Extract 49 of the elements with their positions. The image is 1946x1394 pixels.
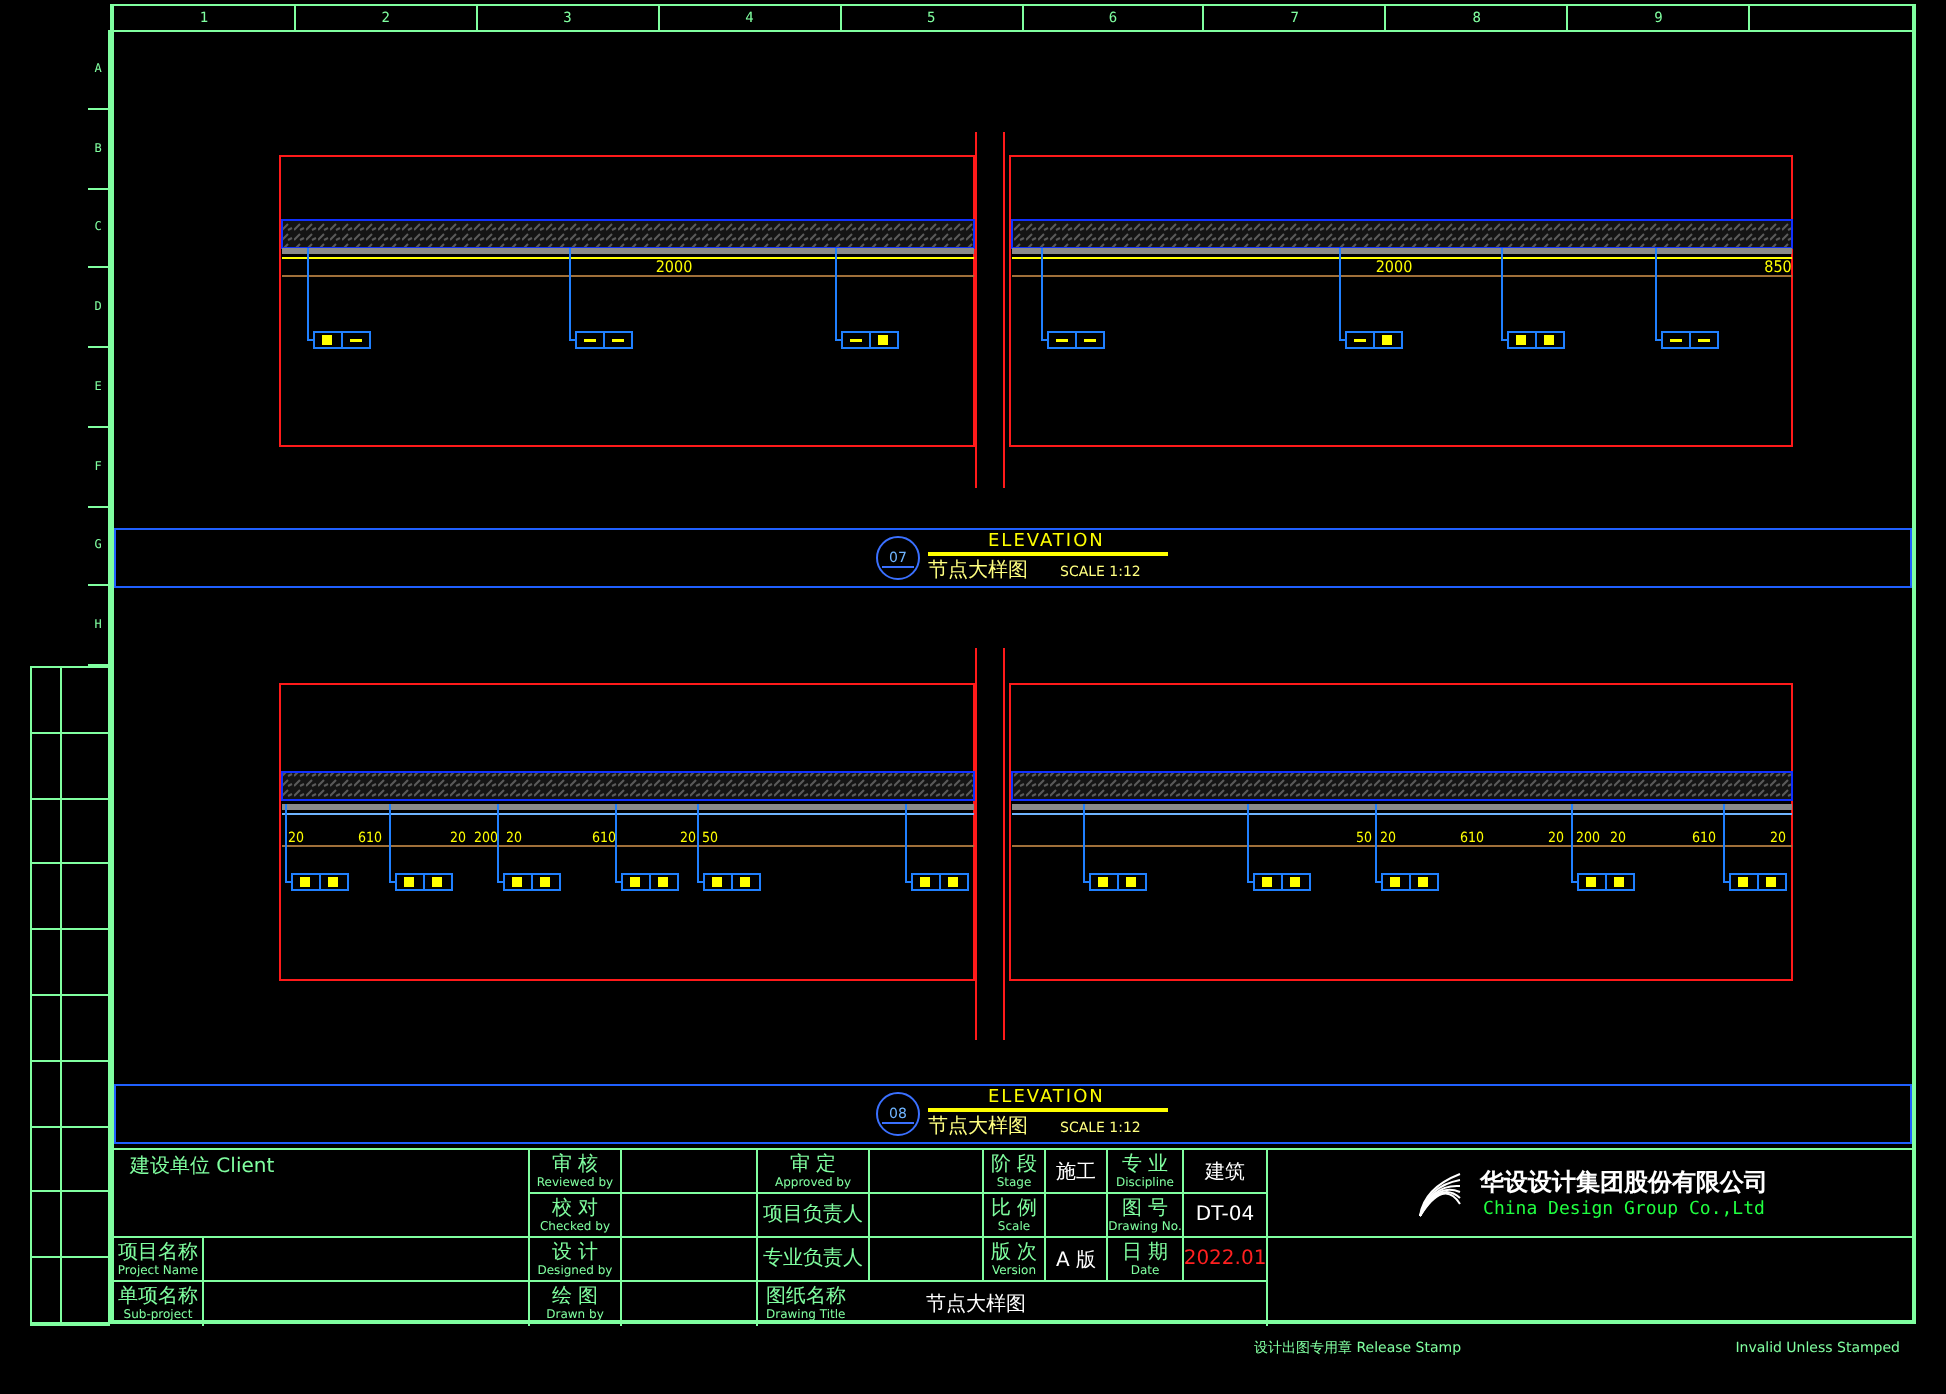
drawing-title: 节点大样图 — [926, 1291, 1026, 1318]
callout-tag — [1571, 803, 1635, 891]
callout-tag — [1041, 247, 1105, 349]
callout-tag — [615, 803, 679, 891]
field-label: 图 号 — [1121, 1197, 1169, 1219]
callout-tag — [1247, 803, 1311, 891]
company-name: 华设设计集团股份有限公司 — [1480, 1166, 1768, 1200]
field-value: DT-04 — [1195, 1204, 1255, 1226]
callout-tag — [905, 803, 969, 891]
field-label: 校 对 — [551, 1197, 599, 1219]
field-label: 审 核 — [551, 1153, 599, 1175]
callout-tag — [307, 247, 371, 349]
view-subtitle: 节点大样图 — [928, 1113, 1028, 1140]
field-label: 单项名称 — [118, 1286, 198, 1308]
field-label: 审 定 — [789, 1153, 837, 1175]
field-value: 建筑 — [1205, 1159, 1245, 1185]
field-label: 专业负责人 — [763, 1248, 863, 1270]
field-value: 施工 — [1056, 1159, 1096, 1185]
view-title: ELEVATION — [928, 1088, 1168, 1112]
field-label: 图纸名称 — [766, 1286, 846, 1308]
field-label: 专 业 — [1121, 1153, 1169, 1175]
field-label: 设 计 — [551, 1241, 599, 1263]
field-label: 项目名称 — [118, 1241, 198, 1263]
view-subtitle: 节点大样图 — [928, 557, 1028, 584]
dimension-label: 850 — [1764, 258, 1792, 276]
callout-tag — [835, 247, 899, 349]
callout-tag — [285, 803, 349, 891]
field-label: 项目负责人 — [763, 1204, 863, 1226]
field-label: 比 例 — [990, 1197, 1038, 1219]
field-label: 绘 图 — [551, 1286, 599, 1308]
callout-tag — [1655, 247, 1719, 349]
callout-tag — [389, 803, 453, 891]
field-value: A 版 — [1055, 1247, 1097, 1273]
dimension-label: 2000 — [1375, 258, 1413, 276]
field-label: 阶 段 — [990, 1153, 1038, 1175]
field-label: 版 次 — [990, 1241, 1038, 1263]
field-label: 日 期 — [1121, 1241, 1169, 1263]
callout-tag — [1723, 803, 1787, 891]
callout-tag — [697, 803, 761, 891]
view-title: ELEVATION — [928, 532, 1168, 556]
callout-tag — [569, 247, 633, 349]
company-name-english: China Design Group Co.,Ltd — [1483, 1200, 1765, 1220]
client-label: 建设单位 Client — [130, 1156, 275, 1178]
callout-tag — [1083, 803, 1147, 891]
callout-tag — [1501, 247, 1565, 349]
field-value: 2022.01 — [1184, 1248, 1266, 1270]
dimension-label: 2000 — [655, 258, 693, 276]
callout-tag — [1375, 803, 1439, 891]
callout-tag — [497, 803, 561, 891]
